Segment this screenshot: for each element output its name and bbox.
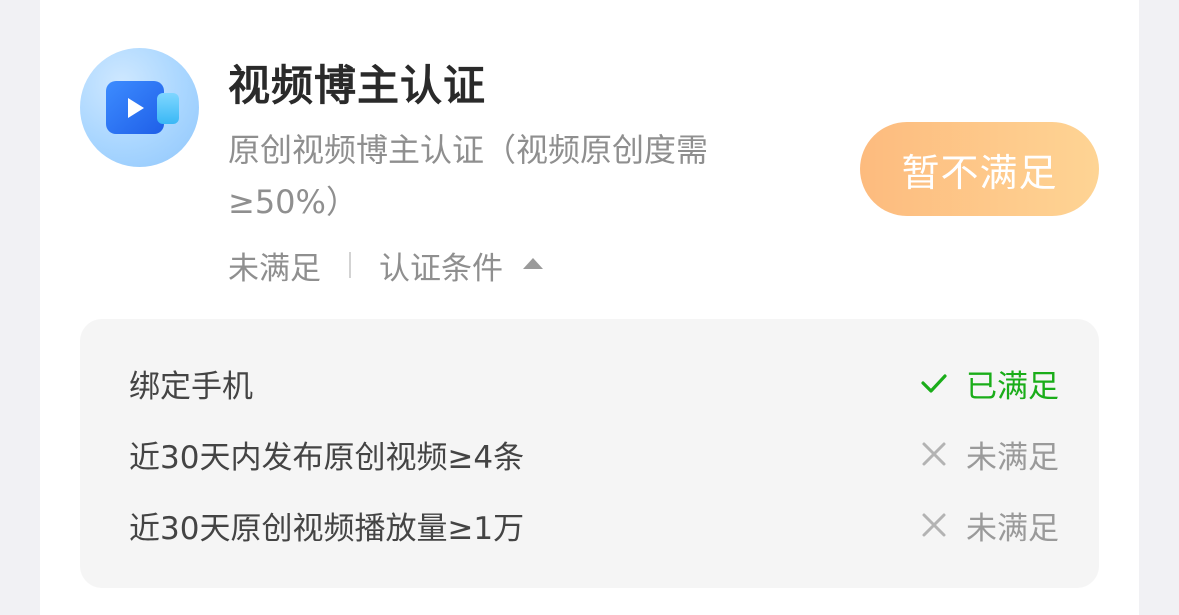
video-blogger-avatar bbox=[80, 48, 199, 167]
condition-row: 近30天原创视频播放量≥1万 未满足 bbox=[129, 500, 1059, 550]
certification-card: 视频博主认证 原创视频博主认证（视频原创度需≥50%） 未满足 认证条件 暂不满… bbox=[40, 0, 1139, 615]
condition-status: 未满足 bbox=[920, 432, 1059, 477]
condition-row: 近30天内发布原创视频≥4条 未满足 bbox=[129, 429, 1059, 479]
cross-icon bbox=[922, 513, 946, 537]
condition-status-text: 未满足 bbox=[966, 510, 1059, 547]
check-icon bbox=[921, 374, 947, 393]
condition-status: 未满足 bbox=[920, 503, 1059, 548]
cross-icon bbox=[922, 442, 946, 466]
video-camera-icon bbox=[106, 81, 179, 134]
condition-status-text: 未满足 bbox=[966, 439, 1059, 476]
conditions-toggle[interactable]: 认证条件 bbox=[379, 243, 543, 288]
condition-row: 绑定手机 已满足 bbox=[129, 358, 1059, 408]
condition-status-text: 已满足 bbox=[966, 368, 1059, 405]
meta-divider bbox=[349, 252, 351, 278]
card-meta: 未满足 认证条件 bbox=[228, 240, 543, 290]
not-eligible-button[interactable]: 暂不满足 bbox=[860, 122, 1099, 216]
condition-label: 近30天原创视频播放量≥1万 bbox=[129, 510, 525, 547]
condition-label: 绑定手机 bbox=[129, 368, 253, 405]
condition-label: 近30天内发布原创视频≥4条 bbox=[129, 439, 525, 476]
certification-status: 未满足 bbox=[228, 250, 321, 287]
caret-up-icon bbox=[523, 257, 543, 269]
card-title: 视频博主认证 bbox=[228, 61, 487, 110]
card-description: 原创视频博主认证（视频原创度需≥50%） bbox=[228, 131, 709, 221]
condition-status: 已满足 bbox=[920, 361, 1059, 406]
conditions-panel: 绑定手机 已满足 近30天内发布原创视频≥4条 未满足 近30天原创视频播放量≥… bbox=[80, 319, 1099, 588]
conditions-toggle-label: 认证条件 bbox=[379, 250, 503, 287]
